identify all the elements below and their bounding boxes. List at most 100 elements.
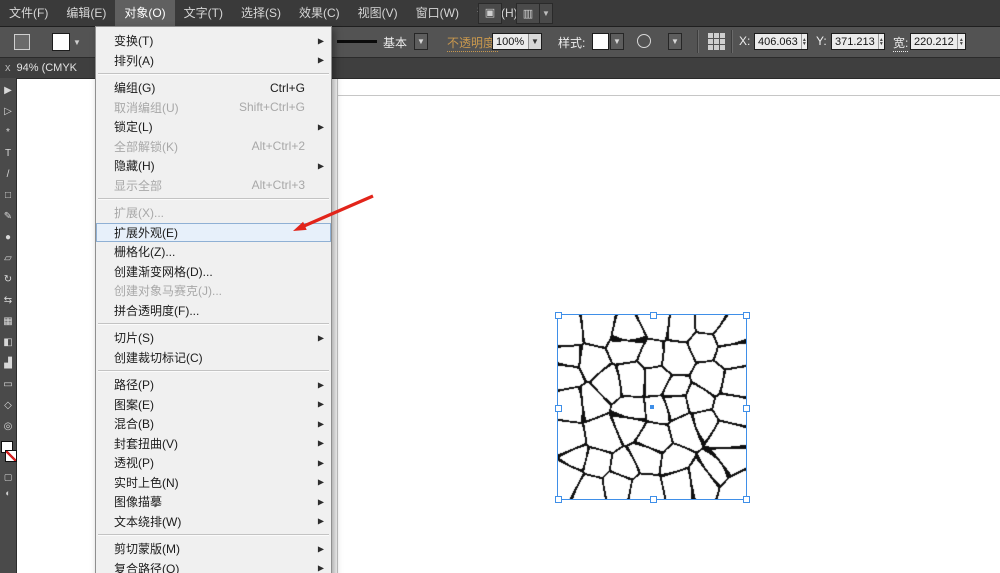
- menu-item[interactable]: 扩展外观(E): [96, 223, 331, 243]
- screen-mode-button[interactable]: ◐: [0, 485, 17, 501]
- selection-tool-icon[interactable]: ▶: [0, 80, 17, 101]
- menu-item-label: 拼合透明度(F)...: [114, 302, 199, 319]
- draw-mode-button[interactable]: ▢: [0, 469, 17, 485]
- menu-item-label: 复合路径(O): [114, 560, 179, 573]
- menu-item[interactable]: 图像描摹▶: [96, 492, 331, 512]
- selection-handle-sw[interactable]: [555, 496, 562, 503]
- selected-object-icon: [14, 34, 30, 50]
- graphic-style-swatch[interactable]: [592, 33, 609, 50]
- y-input[interactable]: 371.213 ▲ ▼: [831, 33, 885, 50]
- opacity-link[interactable]: 不透明度:: [447, 34, 498, 52]
- width-input[interactable]: 220.212 ▲ ▼: [910, 33, 966, 50]
- menu-item[interactable]: 路径(P)▶: [96, 375, 331, 395]
- gradient-tool-icon[interactable]: ◧: [0, 332, 17, 353]
- spinner[interactable]: ▲ ▼: [801, 34, 807, 49]
- stroke-preview: [337, 40, 377, 43]
- menu-item[interactable]: 创建渐变网格(D)...: [96, 262, 331, 282]
- menu-item[interactable]: 文本绕排(W)▶: [96, 512, 331, 532]
- rotate-tool-icon[interactable]: ↻: [0, 269, 17, 290]
- menu-item[interactable]: 栅格化(Z)...: [96, 242, 331, 262]
- menu-item[interactable]: 变换(T)▶: [96, 31, 331, 51]
- width-tool-icon[interactable]: ⇆: [0, 290, 17, 311]
- menubar-item[interactable]: 编辑(E): [57, 0, 115, 26]
- column-graph-tool-icon[interactable]: ▟: [0, 353, 17, 374]
- menu-item[interactable]: 混合(B)▶: [96, 414, 331, 434]
- brush-definition-dropdown[interactable]: ▼: [414, 33, 428, 50]
- submenu-arrow-icon: ▶: [318, 400, 324, 409]
- selection-handle-s[interactable]: [650, 496, 657, 503]
- menubar-item[interactable]: 文字(T): [175, 0, 232, 26]
- y-value: 371.213: [832, 36, 878, 48]
- graphic-style-label: 样式:: [558, 34, 585, 51]
- menubar-item[interactable]: 对象(O): [115, 0, 174, 26]
- mesh-tool-icon[interactable]: ▦: [0, 311, 17, 332]
- paintbrush-tool-icon[interactable]: ✎: [0, 206, 17, 227]
- selection-handle-nw[interactable]: [555, 312, 562, 319]
- mosaic-pattern-object[interactable]: [557, 314, 747, 500]
- type-tool-icon[interactable]: T: [0, 143, 17, 164]
- spinner[interactable]: ▲ ▼: [957, 34, 965, 49]
- selection-handle-se[interactable]: [743, 496, 750, 503]
- spinner-down-icon[interactable]: ▼: [802, 42, 807, 46]
- blob-brush-tool-icon[interactable]: ●: [0, 227, 17, 248]
- spinner-down-icon[interactable]: ▼: [879, 42, 884, 46]
- zoom-tool-icon[interactable]: ◎: [0, 416, 17, 437]
- close-icon[interactable]: x: [0, 62, 17, 74]
- menu-item-label: 锁定(L): [114, 118, 153, 135]
- selection-handle-e[interactable]: [743, 405, 750, 412]
- fill-stroke-indicator[interactable]: [0, 441, 17, 469]
- menu-item[interactable]: 图案(E)▶: [96, 395, 331, 415]
- align-panel-icon[interactable]: [708, 33, 725, 50]
- chevron-down-icon[interactable]: ▼: [528, 34, 541, 49]
- x-input[interactable]: 406.063 ▲ ▼: [754, 33, 808, 50]
- menu-item[interactable]: 排列(A)▶: [96, 51, 331, 71]
- menu-item[interactable]: 锁定(L)▶: [96, 117, 331, 137]
- menu-item[interactable]: 复合路径(O)▶: [96, 559, 331, 573]
- submenu-arrow-icon: ▶: [318, 478, 324, 487]
- rectangle-tool-icon[interactable]: □: [0, 185, 17, 206]
- menu-item-label: 路径(P): [114, 376, 154, 393]
- selection-handle-n[interactable]: [650, 312, 657, 319]
- eraser-tool-icon[interactable]: ▱: [0, 248, 17, 269]
- submenu-arrow-icon: ▶: [318, 458, 324, 467]
- menu-item[interactable]: 封套扭曲(V)▶: [96, 434, 331, 454]
- menu-item-label: 取消编组(U): [114, 99, 179, 116]
- menu-item-label: 扩展外观(E): [114, 224, 178, 241]
- spinner[interactable]: ▲ ▼: [878, 34, 884, 49]
- menu-item[interactable]: 创建裁切标记(C): [96, 348, 331, 368]
- menubar-item[interactable]: 效果(C): [290, 0, 349, 26]
- menu-item[interactable]: 切片(S)▶: [96, 328, 331, 348]
- width-label[interactable]: 宽:: [893, 34, 908, 52]
- menu-item[interactable]: 编组(G)Ctrl+G: [96, 78, 331, 98]
- menu-separator: [98, 73, 329, 75]
- artboard-tool-icon[interactable]: ▭: [0, 374, 17, 395]
- go-to-bridge-icon[interactable]: ▣: [478, 3, 502, 24]
- menu-item[interactable]: 实时上色(N) ▶: [96, 473, 331, 493]
- menubar-item[interactable]: 选择(S): [232, 0, 290, 26]
- stroke-none-swatch[interactable]: [5, 450, 17, 462]
- direct-selection-tool-icon[interactable]: ▷: [0, 101, 17, 122]
- menubar-item[interactable]: 文件(F): [0, 0, 57, 26]
- magic-wand-tool-icon[interactable]: *: [0, 122, 17, 143]
- fill-color-swatch[interactable]: [52, 33, 70, 51]
- menu-item[interactable]: 剪切蒙版(M)▶: [96, 539, 331, 559]
- spinner-down-icon[interactable]: ▼: [959, 42, 964, 46]
- selection-handle-ne[interactable]: [743, 312, 750, 319]
- fill-color-control[interactable]: ▼: [52, 33, 81, 51]
- menubar-item[interactable]: 窗口(W): [407, 0, 468, 26]
- menu-item-label: 实时上色(N): [114, 474, 179, 491]
- extra-options-dropdown[interactable]: ▼: [668, 33, 682, 50]
- menu-item[interactable]: 隐藏(H)▶: [96, 156, 331, 176]
- artboard-left-edge: [337, 78, 338, 573]
- menu-item[interactable]: 透视(P)▶: [96, 453, 331, 473]
- menu-item[interactable]: 拼合透明度(F)...: [96, 301, 331, 321]
- selection-handle-w[interactable]: [555, 405, 562, 412]
- line-segment-tool-icon[interactable]: /: [0, 164, 17, 185]
- arrange-documents-control[interactable]: ▥ ▼: [516, 3, 553, 24]
- graphic-style-dropdown[interactable]: ▼: [610, 33, 624, 50]
- hand-tool-icon[interactable]: ◇: [0, 395, 17, 416]
- menubar-item[interactable]: 视图(V): [349, 0, 407, 26]
- recolor-artwork-icon[interactable]: [637, 34, 651, 48]
- opacity-field[interactable]: 100% ▼: [492, 33, 542, 50]
- submenu-arrow-icon: ▶: [318, 333, 324, 342]
